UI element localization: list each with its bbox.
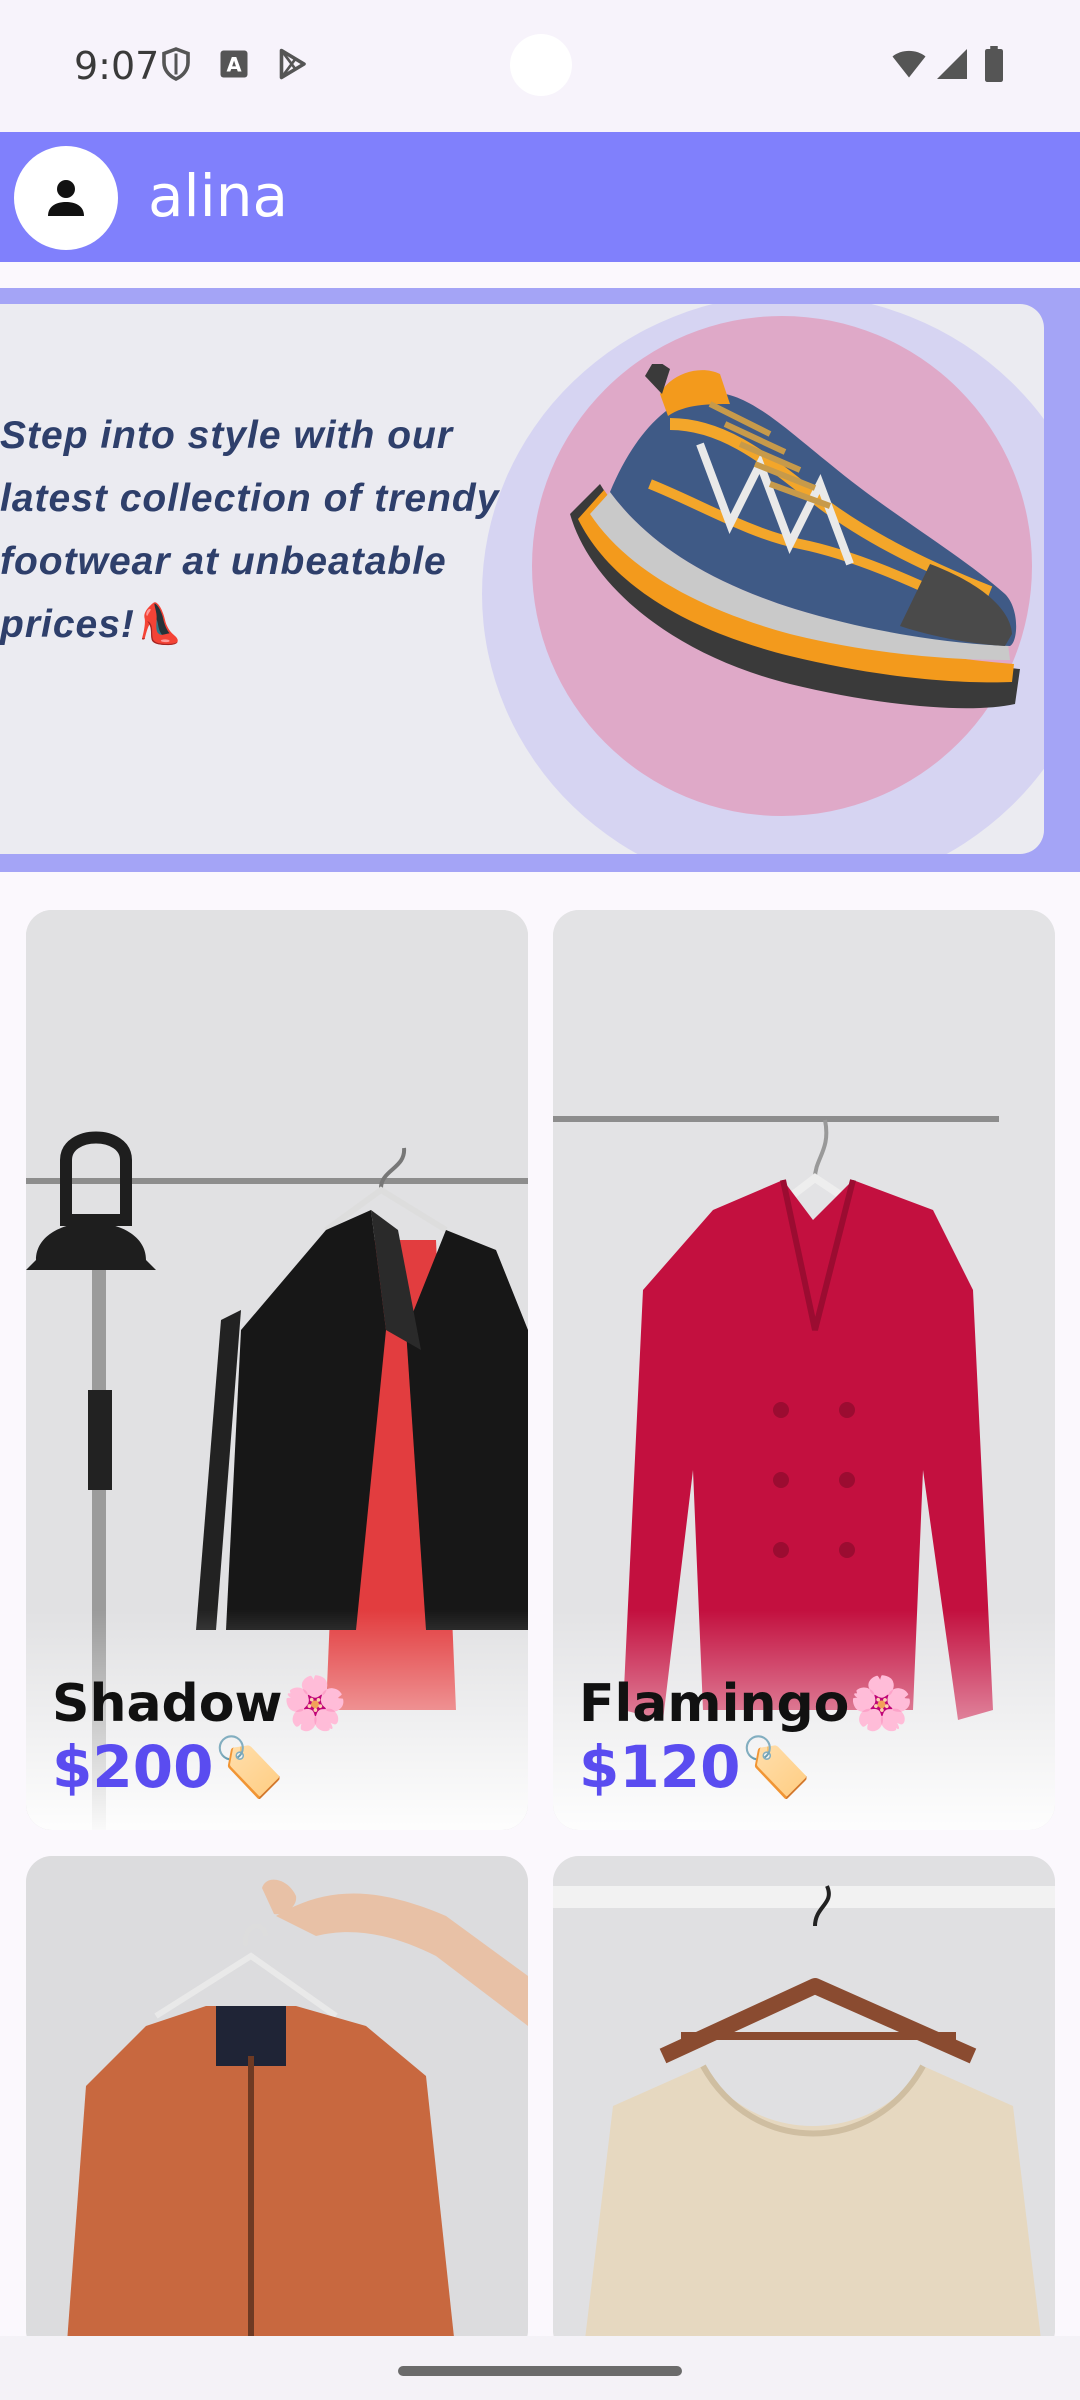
avatar[interactable] bbox=[14, 146, 118, 250]
app-bar: alina bbox=[0, 132, 1080, 262]
sneaker-image bbox=[570, 364, 1020, 709]
product-price: $120🏷️ bbox=[579, 1733, 813, 1801]
orange-bomber-jacket-image bbox=[26, 1856, 528, 2356]
product-card-sweater[interactable] bbox=[553, 1856, 1055, 2356]
keyboard-a-icon: A bbox=[220, 50, 248, 78]
cell-signal-icon bbox=[937, 49, 967, 79]
username: alina bbox=[148, 162, 289, 230]
svg-text:A: A bbox=[226, 54, 241, 77]
product-name: Shadow🌸 bbox=[52, 1674, 348, 1734]
camera-cutout bbox=[510, 34, 572, 96]
play-store-icon bbox=[279, 48, 306, 80]
home-gesture-handle[interactable] bbox=[398, 2366, 682, 2376]
banner-text: Step into style with our latest collecti… bbox=[0, 414, 500, 646]
promo-banner-frame: Step into style with our latest collecti… bbox=[0, 288, 1080, 872]
product-price: $200🏷️ bbox=[52, 1733, 286, 1801]
shield-icon bbox=[162, 47, 190, 81]
person-icon bbox=[48, 180, 84, 216]
navigation-bar bbox=[0, 2336, 1080, 2400]
product-card-shadow[interactable]: Shadow🌸 $200🏷️ bbox=[26, 910, 528, 1830]
promo-banner[interactable]: Step into style with our latest collecti… bbox=[0, 304, 1044, 854]
battery-icon bbox=[985, 46, 1003, 82]
product-name: Flamingo🌸 bbox=[579, 1674, 915, 1734]
wifi-icon bbox=[892, 50, 926, 78]
product-card-bomber[interactable] bbox=[26, 1856, 528, 2356]
status-bar: 9:07 A bbox=[0, 0, 1080, 132]
knit-sweater-image bbox=[553, 1856, 1055, 2356]
status-time: 9:07 bbox=[74, 44, 160, 88]
product-card-flamingo[interactable]: Flamingo🌸 $120🏷️ bbox=[553, 910, 1055, 1830]
